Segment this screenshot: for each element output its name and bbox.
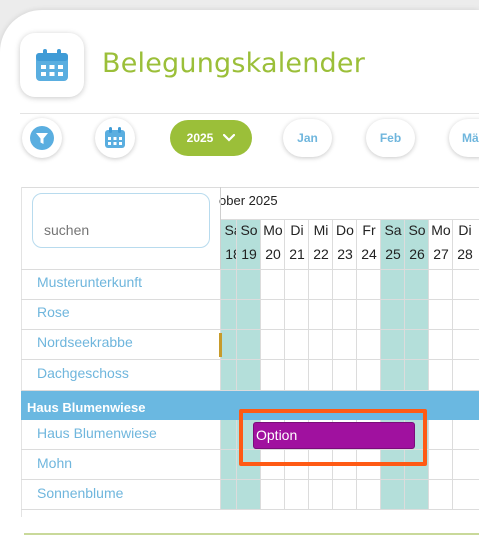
day-name: Mi bbox=[313, 222, 329, 238]
calendar-button[interactable] bbox=[95, 118, 135, 158]
grid-line bbox=[220, 219, 479, 220]
day-date: 22 bbox=[313, 246, 329, 262]
day-column: Di 28 bbox=[452, 220, 476, 510]
day-column: Fr 24 bbox=[356, 220, 380, 510]
day-date: 24 bbox=[361, 246, 377, 262]
grid-line bbox=[21, 299, 479, 300]
month-header: ober 2025 bbox=[219, 193, 278, 208]
day-column: Sa 25 bbox=[380, 220, 404, 510]
grid-line bbox=[21, 329, 479, 330]
day-date: 28 bbox=[457, 246, 473, 262]
room-label[interactable]: Mohn bbox=[37, 455, 72, 471]
day-column: Di 21 bbox=[284, 220, 308, 510]
page-title: Belegungskalender bbox=[102, 48, 365, 79]
grid-line bbox=[21, 509, 479, 510]
month-label: Jan bbox=[297, 131, 318, 145]
day-date: 19 bbox=[241, 246, 257, 262]
footer-divider bbox=[24, 533, 479, 535]
day-name: Di bbox=[458, 222, 472, 238]
grid-line bbox=[21, 359, 479, 360]
month-button-feb[interactable]: Feb bbox=[366, 119, 415, 157]
day-column: So 19 bbox=[236, 220, 260, 510]
calendar-icon bbox=[105, 127, 125, 148]
app-calendar-icon bbox=[20, 33, 84, 97]
day-date: 21 bbox=[289, 246, 305, 262]
grid-left-border bbox=[21, 187, 22, 517]
day-column: Do 23 bbox=[332, 220, 356, 510]
day-name: Di bbox=[290, 222, 304, 238]
day-date: 27 bbox=[433, 246, 449, 262]
toolbar-divider bbox=[20, 113, 479, 114]
day-name: Mo bbox=[431, 222, 451, 238]
day-date: 26 bbox=[409, 246, 425, 262]
grid-line bbox=[21, 479, 479, 480]
day-name: Sa bbox=[384, 222, 402, 238]
day-name: Do bbox=[336, 222, 354, 238]
month-label: Mä bbox=[462, 131, 479, 145]
day-column: Mi 22 bbox=[308, 220, 332, 510]
room-label[interactable]: Nordseekrabbe bbox=[37, 334, 133, 350]
selection-highlight bbox=[239, 409, 427, 466]
header-separator bbox=[220, 187, 221, 269]
day-column: So 26 bbox=[404, 220, 428, 510]
grid-top-line bbox=[21, 187, 479, 188]
grid-line bbox=[21, 269, 479, 270]
day-date: 20 bbox=[265, 246, 281, 262]
year-select[interactable]: 2025 bbox=[170, 120, 252, 156]
day-name: Fr bbox=[362, 222, 376, 238]
day-column: Mo 20 bbox=[260, 220, 284, 510]
day-date: 25 bbox=[385, 246, 401, 262]
room-label[interactable]: Sonnenblume bbox=[37, 485, 123, 501]
room-label[interactable]: Haus Blumenwiese bbox=[37, 425, 157, 441]
day-name: So bbox=[408, 222, 426, 238]
chevron-down-icon bbox=[223, 134, 236, 142]
year-label: 2025 bbox=[186, 131, 214, 145]
day-name: So bbox=[240, 222, 258, 238]
month-label: Feb bbox=[379, 131, 402, 145]
month-button-mar[interactable]: Mä bbox=[449, 119, 479, 157]
booking-edge bbox=[219, 333, 222, 357]
day-name: Mo bbox=[263, 222, 283, 238]
day-column: Mo 27 bbox=[428, 220, 452, 510]
group-header-label: Haus Blumenwiese bbox=[27, 400, 146, 415]
filter-icon bbox=[30, 126, 54, 150]
month-button-jan[interactable]: Jan bbox=[283, 119, 332, 157]
room-label[interactable]: Rose bbox=[37, 304, 70, 320]
room-label[interactable]: Musterunterkunft bbox=[37, 274, 142, 290]
room-label[interactable]: Dachgeschoss bbox=[37, 365, 129, 381]
day-date: 23 bbox=[337, 246, 353, 262]
search-input[interactable] bbox=[32, 193, 210, 248]
filter-button[interactable] bbox=[22, 118, 62, 158]
